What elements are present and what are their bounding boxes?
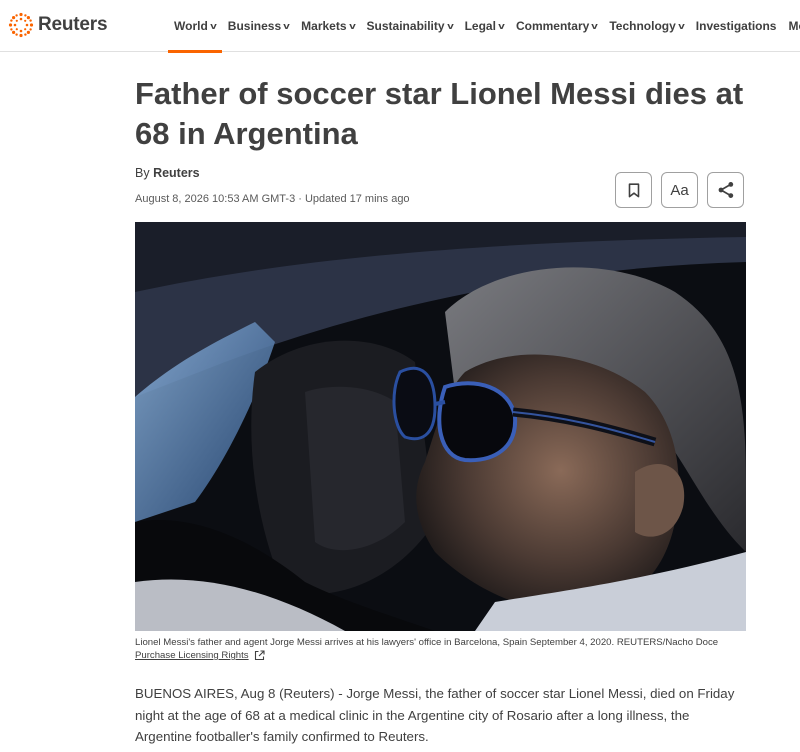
nav-item-label: Markets <box>301 19 347 33</box>
nav-item-label: Commentary <box>515 19 590 33</box>
chevron-down-icon: v <box>283 21 290 31</box>
nav-item-label: Sustainability <box>366 19 445 33</box>
chevron-down-icon: v <box>348 21 356 31</box>
byline-prefix: By <box>135 166 154 180</box>
nav-item-sustainability[interactable]: Sustainability v <box>361 0 459 52</box>
author-link[interactable]: Reuters <box>153 166 200 180</box>
article-headline: Father of soccer star Lionel Messi dies … <box>135 76 744 151</box>
text-size-button[interactable]: Aa <box>661 172 698 208</box>
nav-item-commentary[interactable]: Commentary v <box>510 0 603 52</box>
article-toolbar: Aa <box>615 172 744 208</box>
photo-image <box>135 222 746 631</box>
nav-item-legal[interactable]: Legal v <box>459 0 510 52</box>
nav-item-label: Business <box>227 19 282 33</box>
article-dateline: August 8, 2026 10:53 AM GMT-3 · Updated … <box>135 193 410 205</box>
nav-item-label: World <box>174 19 208 33</box>
chevron-down-icon: v <box>446 21 454 31</box>
main-nav: World v Business v Markets v Sustainabil… <box>168 0 800 53</box>
external-link-icon <box>254 650 265 661</box>
nav-item-more[interactable]: Mo <box>782 0 800 52</box>
bookmark-icon <box>628 182 639 197</box>
share-button[interactable] <box>707 172 744 208</box>
license-link-label: Purchase Licensing Rights <box>135 650 249 661</box>
nav-item-markets[interactable]: Markets v <box>295 0 360 52</box>
chevron-down-icon: v <box>678 21 685 31</box>
chevron-down-icon: v <box>591 21 599 31</box>
nav-item-label: Investigations <box>695 19 777 33</box>
text-size-label: Aa <box>670 181 689 199</box>
chevron-down-icon: v <box>498 21 505 31</box>
nav-item-investigations[interactable]: Investigations <box>690 0 783 52</box>
nav-item-business[interactable]: Business v <box>222 0 295 52</box>
nav-item-label: Mo <box>788 19 800 33</box>
brand-name: Reuters <box>38 14 108 35</box>
bookmark-button[interactable] <box>615 172 652 208</box>
byline: By Reuters <box>135 166 200 180</box>
reuters-logo[interactable]: Reuters <box>8 12 108 38</box>
article-body-paragraph: BUENOS AIRES, Aug 8 (Reuters) - Jorge Me… <box>135 686 735 744</box>
reuters-logo-icon <box>8 12 34 38</box>
article-photo[interactable] <box>135 222 746 631</box>
chevron-down-icon: v <box>210 21 217 31</box>
top-navigation-bar: Reuters World v Business v Markets v Sus… <box>0 0 800 53</box>
share-icon <box>718 182 733 198</box>
photo-caption: Lionel Messi's father and agent Jorge Me… <box>135 637 719 648</box>
purchase-licensing-link[interactable]: Purchase Licensing Rights <box>135 650 265 661</box>
nav-item-world[interactable]: World v <box>168 0 222 53</box>
nav-item-technology[interactable]: Technology v <box>603 0 689 52</box>
nav-item-label: Technology <box>609 19 676 33</box>
nav-item-label: Legal <box>464 19 496 33</box>
